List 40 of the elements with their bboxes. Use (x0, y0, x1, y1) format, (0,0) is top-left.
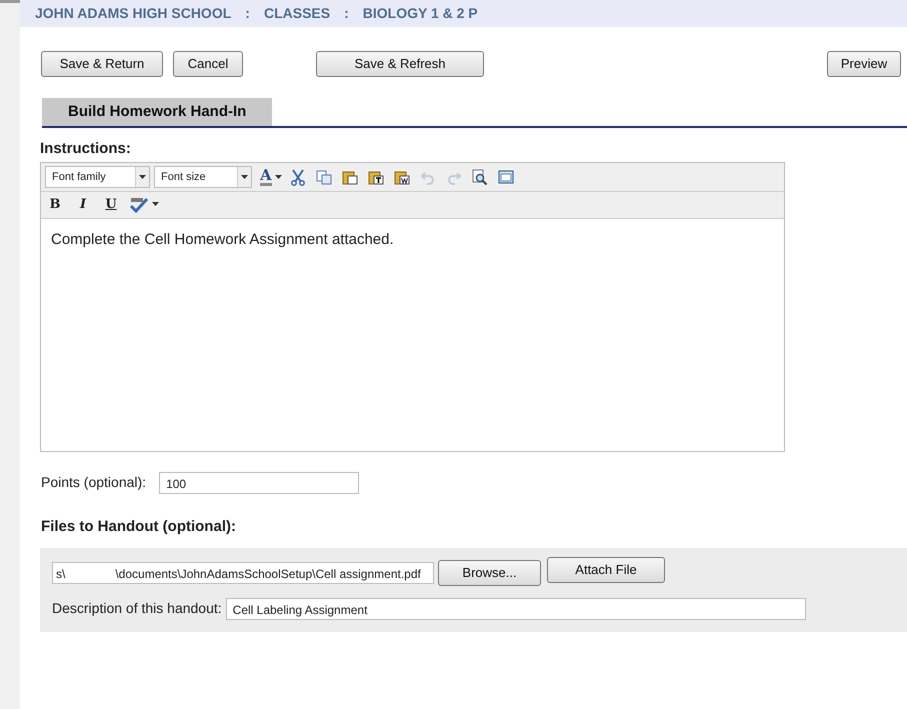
spellcheck-button[interactable] (129, 196, 160, 213)
points-field[interactable]: 100 (159, 472, 360, 494)
clipboard-icon[interactable] (394, 168, 410, 186)
breadcrumb-separator: : (344, 4, 349, 23)
description-label: Description of this handout: (52, 599, 222, 618)
caret-icon[interactable] (139, 175, 146, 179)
italic-button[interactable]: I (73, 195, 93, 214)
toolbar-button[interactable]: Cancel (173, 51, 243, 77)
text-color-button[interactable]: A (260, 166, 283, 188)
editor-text[interactable]: Complete the Cell Homework Assignment attached. (41, 218, 784, 450)
description-field[interactable]: Cell Labeling Assignment (226, 598, 806, 620)
caret-icon[interactable] (274, 175, 283, 180)
caret-icon[interactable] (152, 202, 160, 208)
browse-button[interactable]: Browse... (438, 560, 541, 586)
clipboard-icon[interactable] (368, 168, 384, 186)
breadcrumb-item: BIOLOGY 1 & 2 P (362, 4, 478, 23)
window-icon[interactable] (498, 168, 514, 186)
files-heading: Files to Handout (optional): (41, 516, 237, 536)
caret-icon[interactable] (241, 175, 248, 179)
clipboard-icon[interactable] (342, 168, 358, 186)
path-text: \documents\JohnAdamsSchoolSetup\Cell assignment.pdf (115, 566, 421, 581)
bold-button[interactable]: B (45, 195, 65, 214)
dropdown[interactable]: Font family (45, 166, 150, 188)
instructions-label: Instructions: (40, 138, 132, 158)
toolbar-button[interactable]: Save & Refresh (316, 51, 484, 77)
toolbar-button[interactable]: Preview (827, 51, 901, 77)
magnifier-icon[interactable] (472, 168, 488, 186)
copy-icon[interactable] (316, 168, 332, 186)
toolbar-button[interactable]: Save & Return (41, 51, 163, 77)
breadcrumb-item: CLASSES (264, 4, 330, 23)
file-path-field[interactable]: s\ \documents\JohnAdamsSchoolSetup\Cell assignment.pdf (52, 562, 434, 584)
section-tab[interactable]: Build Homework Hand-In (42, 98, 272, 126)
scissors-icon[interactable] (290, 168, 306, 186)
dropdown[interactable]: Font size (154, 166, 252, 188)
points-label: Points (optional): (41, 473, 146, 492)
attach-file-button[interactable]: Attach File (547, 557, 665, 582)
underline-button[interactable]: U (101, 195, 121, 214)
breadcrumb-item: JOHN ADAMS HIGH SCHOOL (35, 4, 232, 23)
breadcrumb-separator: : (245, 4, 250, 23)
path-text: s\ (56, 566, 66, 581)
